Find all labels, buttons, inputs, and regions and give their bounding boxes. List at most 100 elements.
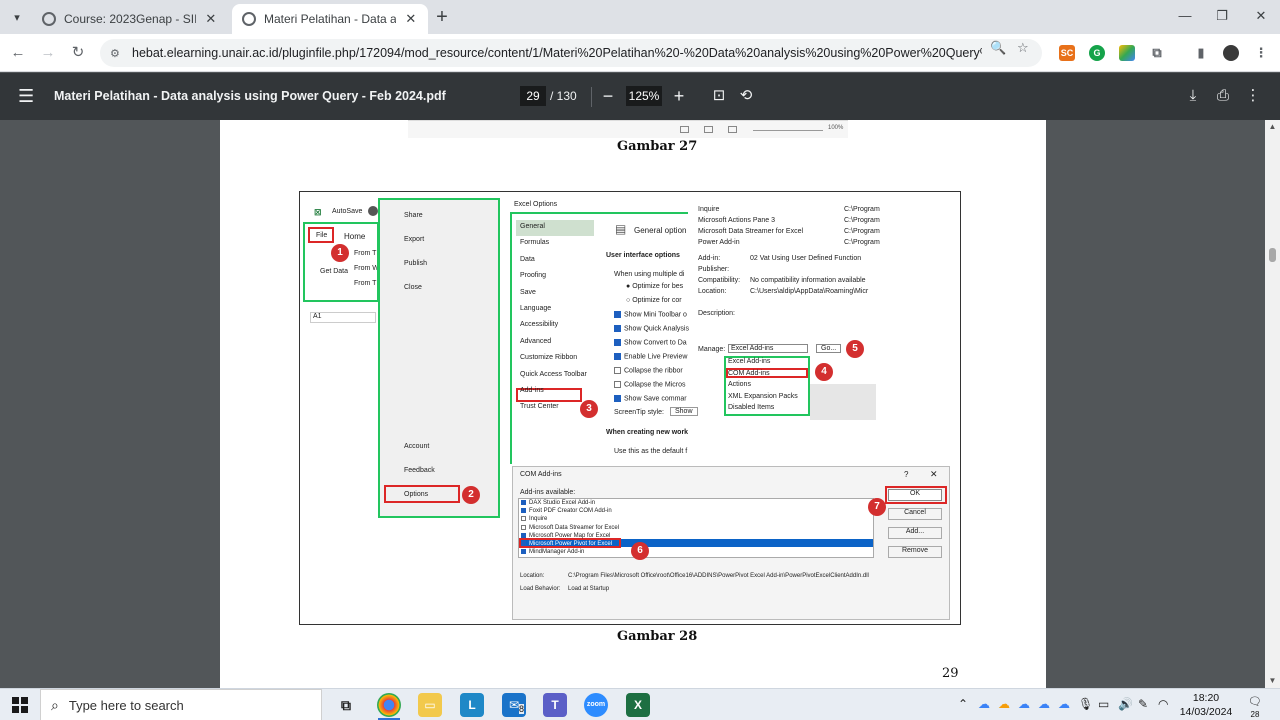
zoom-icon[interactable]: 🔍: [990, 40, 1006, 56]
wifi-icon[interactable]: ◠: [1158, 697, 1168, 711]
go-button: Go...: [816, 344, 842, 353]
tab-strip: ▾ Course: 2023Genap - SII324 - D ✕ Mater…: [0, 0, 1280, 34]
tab-search-button[interactable]: ▾: [6, 6, 28, 28]
tab-materi-pelatihan[interactable]: Materi Pelatihan - Data analysis ✕: [232, 4, 428, 34]
ui-options-heading: User interface options: [606, 252, 680, 259]
rotate-icon[interactable]: ⟲: [736, 87, 756, 105]
scrollbar[interactable]: ▲ ▼: [1265, 120, 1280, 688]
prev-zoom-label: 100%: [828, 125, 844, 131]
tray-expand-icon[interactable]: ⌃: [958, 697, 968, 711]
reload-button[interactable]: ↻: [68, 43, 88, 63]
google-drive-icon[interactable]: [1119, 45, 1135, 61]
volume-icon[interactable]: 🔊: [1118, 697, 1133, 711]
name-box: A1: [310, 312, 376, 323]
figure-screenshot: ⊠ AutoSave File Home Get Data From T Fro…: [299, 191, 961, 625]
load-behavior-label: Load Behavior:: [520, 586, 561, 592]
scroll-up-icon[interactable]: ▲: [1267, 122, 1278, 131]
highlight-options: [384, 485, 460, 503]
task-view-icon[interactable]: ⧉: [334, 693, 358, 717]
extension-grammarly-icon[interactable]: G: [1089, 45, 1105, 61]
pen-icon[interactable]: ✎: [1138, 697, 1148, 711]
bookmark-star-icon[interactable]: ☆: [1017, 40, 1029, 56]
site-info-icon[interactable]: ⚙: [110, 47, 122, 60]
default-font-label: Use this as the default f: [614, 448, 688, 455]
chrome-app-icon[interactable]: [377, 693, 401, 717]
scrollbar-thumb[interactable]: [1269, 248, 1276, 262]
step-badge-2: 2: [462, 486, 480, 504]
app-l-icon[interactable]: L: [460, 693, 484, 717]
new-tab-button[interactable]: +: [432, 6, 452, 28]
checkbox-icon: [521, 532, 526, 538]
add-button: Add...: [888, 527, 942, 539]
address-bar[interactable]: ⚙ hebat.elearning.unair.ac.id/pluginfile…: [100, 39, 1042, 67]
multi-display-label: When using multiple di: [614, 271, 685, 278]
normal-view-icon: [680, 126, 689, 133]
maximize-button[interactable]: ❐: [1207, 8, 1237, 24]
fit-page-icon[interactable]: ⊡: [709, 87, 729, 105]
onedrive-3-icon[interactable]: ☁: [1038, 697, 1050, 711]
close-icon[interactable]: ✕: [204, 11, 218, 27]
page-number-input[interactable]: 29: [520, 86, 546, 106]
back-button[interactable]: ←: [8, 43, 28, 63]
onedrive-2-icon[interactable]: ☁: [1018, 697, 1030, 711]
options-nav-item: Save: [520, 288, 536, 296]
dropdown-option: Actions: [728, 381, 751, 388]
options-nav-item: Customize Ribbon: [520, 354, 578, 362]
more-options-icon[interactable]: ⋮: [1243, 87, 1263, 105]
radio-optimize-compat: ○ Optimize for cor: [626, 297, 682, 304]
windows-taskbar: ⌕ Type here to search ⧉ ▭ L ✉ 8 T zoom X…: [0, 688, 1280, 720]
close-window-button[interactable]: ✕: [1246, 8, 1276, 24]
zoom-app-icon[interactable]: zoom: [584, 693, 608, 717]
microphone-icon[interactable]: 🎙: [1078, 697, 1093, 711]
page-break-icon: [728, 126, 737, 133]
options-nav-item: Language: [520, 305, 552, 312]
screentip-label: ScreenTip style:: [614, 409, 664, 416]
excel-app-icon[interactable]: X: [626, 693, 650, 717]
zoom-in-button[interactable]: +: [670, 85, 688, 107]
checkbox-icon: [614, 381, 621, 388]
scroll-down-icon[interactable]: ▼: [1267, 676, 1278, 685]
side-panel-icon[interactable]: ▮: [1193, 45, 1209, 61]
taskbar-clock[interactable]: 18:20 14/03/2024: [1176, 691, 1236, 719]
radio-label: Optimize for cor: [632, 297, 682, 304]
print-icon[interactable]: ⎙: [1213, 87, 1233, 105]
cloud-sync-icon[interactable]: ☁: [998, 697, 1010, 711]
com-addin-item: Microsoft Power Map for Excel: [521, 532, 610, 539]
zoom-out-button[interactable]: −: [599, 85, 617, 107]
teams-icon[interactable]: T: [543, 693, 567, 717]
download-icon[interactable]: ⤓: [1183, 87, 1203, 105]
com-addin-item: Foxit PDF Creator COM Add-in: [521, 508, 612, 514]
step-badge-5: 5: [846, 340, 864, 358]
onedrive-4-icon[interactable]: ☁: [1058, 697, 1070, 711]
options-nav-item: Trust Center: [520, 403, 559, 411]
pdf-page: 100% Gambar 27 ⊠ AutoSave File Home Get …: [220, 120, 1046, 688]
menu-hamburger-icon[interactable]: ☰: [18, 87, 34, 105]
zoom-input[interactable]: 125%: [626, 86, 662, 106]
windows-start-icon[interactable]: [12, 697, 28, 713]
taskbar-search[interactable]: ⌕ Type here to search: [40, 689, 322, 720]
options-checkbox-row: Collapse the Micros: [614, 381, 685, 388]
extension-sc-icon[interactable]: SC: [1059, 45, 1075, 61]
profile-avatar[interactable]: [1223, 45, 1239, 61]
forward-button[interactable]: →: [38, 43, 58, 63]
battery-icon[interactable]: ▭: [1098, 697, 1109, 711]
highlight-file-tab: [308, 227, 334, 243]
dropdown-option: XML Expansion Packs: [728, 392, 798, 400]
checkbox-icon: [521, 541, 526, 546]
remove-button: Remove: [888, 546, 942, 558]
checkbox-icon: [521, 508, 526, 514]
chrome-menu-icon[interactable]: ⋮: [1253, 45, 1269, 61]
onedrive-icon[interactable]: ☁: [978, 697, 990, 711]
file-explorer-icon[interactable]: ▭: [418, 693, 442, 717]
tab-course[interactable]: Course: 2023Genap - SII324 - D ✕: [32, 4, 228, 34]
checkbox-label: Show Convert to Da: [624, 339, 687, 347]
extensions-puzzle-icon[interactable]: ⧉: [1149, 45, 1165, 61]
highlight-backstage: [378, 198, 500, 518]
clock-date: 14/03/2024: [1179, 706, 1233, 718]
notification-icon[interactable]: 🗨28: [1244, 695, 1266, 719]
dropdown-option: Excel Add-ins: [728, 358, 771, 365]
addin-row-path: C:\Program: [844, 239, 880, 246]
close-icon[interactable]: ✕: [404, 11, 418, 27]
addin-label: Add-in:: [698, 255, 721, 262]
minimize-button[interactable]: —: [1170, 8, 1200, 23]
